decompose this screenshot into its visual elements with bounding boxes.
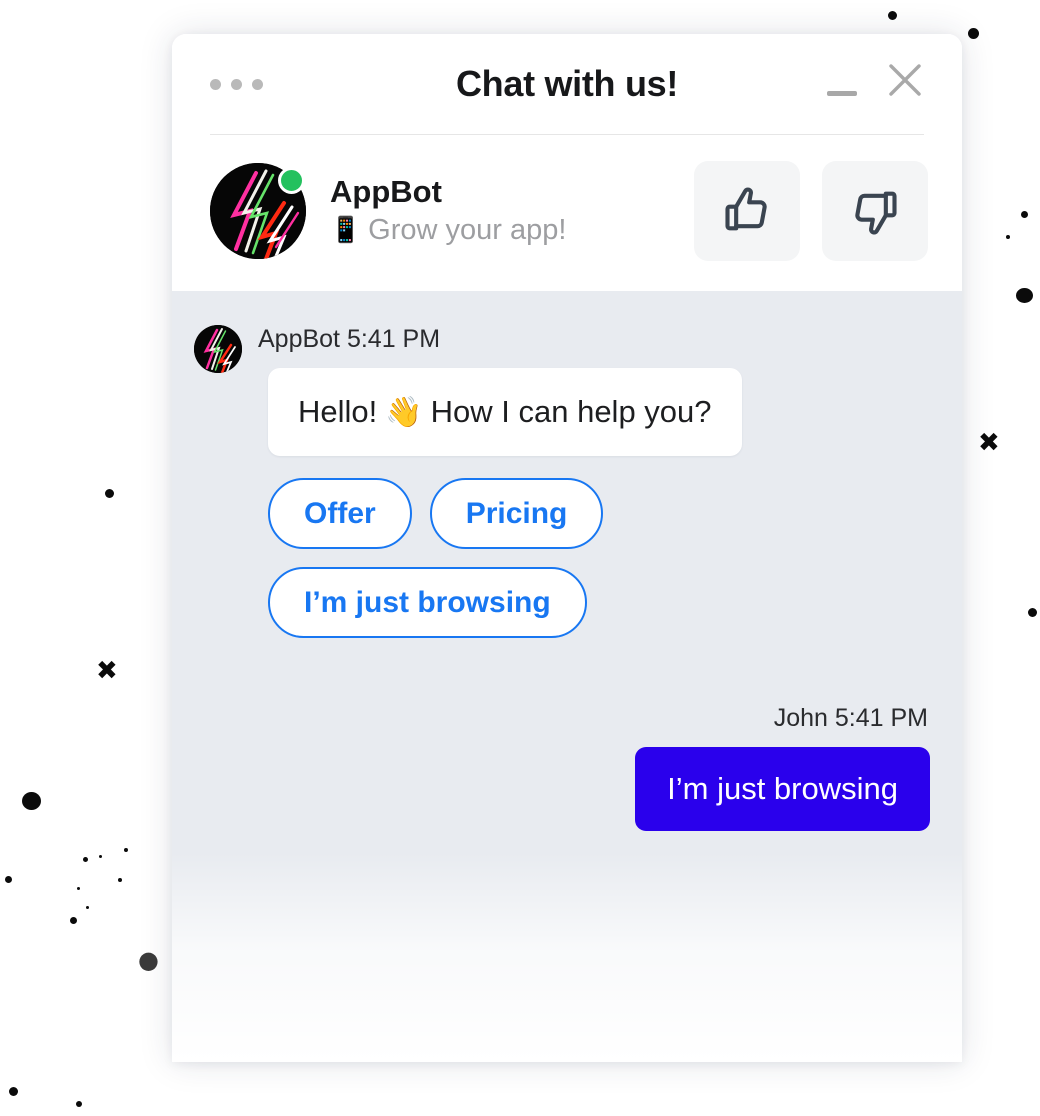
bot-tagline-text: Grow your app! xyxy=(368,213,567,246)
decor-dot xyxy=(5,876,12,883)
conversation-area: AppBot 5:41 PM Hello! 👋 How I can help y… xyxy=(172,291,962,1062)
decor-dot xyxy=(83,857,88,862)
minimize-icon[interactable] xyxy=(824,66,860,102)
decor-x-mark: ✖ xyxy=(96,656,118,686)
decor-x-mark: ✖ xyxy=(978,428,1000,458)
window-controls xyxy=(824,57,928,111)
user-message-meta: John 5:41 PM xyxy=(773,704,928,732)
bot-identity: AppBot 📱 Grow your app! xyxy=(330,174,566,247)
quick-reply-pricing[interactable]: Pricing xyxy=(429,478,604,549)
quick-reply-buttons: Offer Pricing I’m just browsing xyxy=(268,478,688,638)
decor-dot xyxy=(1006,235,1010,239)
bot-message: AppBot 5:41 PM Hello! 👋 How I can help y… xyxy=(194,319,930,638)
decor-dot xyxy=(1028,608,1037,617)
decor-dot xyxy=(124,848,128,852)
user-message-bubble: I’m just browsing xyxy=(635,747,930,831)
kebab-dot xyxy=(231,78,242,90)
thumbs-up-button[interactable] xyxy=(694,161,800,261)
bot-profile-row: AppBot 📱 Grow your app! xyxy=(172,135,962,291)
kebab-dot xyxy=(210,78,221,90)
bot-message-text-after: How I can help you? xyxy=(430,394,712,429)
bot-name: AppBot xyxy=(330,174,442,210)
quick-reply-offer[interactable]: Offer xyxy=(268,478,412,549)
bot-message-text-before: Hello! xyxy=(298,394,378,429)
online-status-indicator xyxy=(278,167,305,194)
close-icon[interactable] xyxy=(882,57,928,103)
decor-dot xyxy=(99,855,102,858)
bot-mini-avatar xyxy=(194,325,242,373)
bot-tagline: 📱 Grow your app! xyxy=(330,213,566,248)
decor-shield-icon: ● xyxy=(138,946,159,974)
decor-dot xyxy=(86,906,89,909)
widget-titlebar: Chat with us! xyxy=(172,34,962,134)
decor-dot xyxy=(105,489,114,498)
avatar xyxy=(210,163,306,259)
thumbs-down-button[interactable] xyxy=(822,161,928,261)
conversation-fade-overlay xyxy=(172,852,962,1062)
user-message: John 5:41 PM I’m just browsing xyxy=(194,704,930,831)
waving-hand-icon: 👋 xyxy=(385,394,423,430)
decor-dot xyxy=(968,28,979,39)
decor-dot xyxy=(1021,211,1028,218)
rating-buttons xyxy=(694,161,928,261)
chat-widget: Chat with us! AppBot 📱 Grow your app! Ap… xyxy=(172,34,962,1062)
decor-dot xyxy=(70,917,77,924)
mobile-phone-icon: 📱 xyxy=(330,215,362,245)
quick-reply-just-browsing[interactable]: I’m just browsing xyxy=(268,567,587,638)
decor-dot xyxy=(76,1101,82,1107)
decor-dot xyxy=(22,792,41,810)
decor-dot xyxy=(1016,288,1033,303)
bot-message-meta: AppBot 5:41 PM xyxy=(258,325,441,353)
kebab-menu-icon[interactable] xyxy=(210,78,330,90)
decor-dot xyxy=(77,887,80,890)
bot-message-bubble: Hello! 👋 How I can help you? xyxy=(268,368,742,456)
decor-dot xyxy=(9,1087,18,1096)
decor-dot xyxy=(888,11,897,20)
bot-message-column: AppBot 5:41 PM Hello! 👋 How I can help y… xyxy=(256,319,742,638)
decor-dot xyxy=(118,878,122,882)
kebab-dot xyxy=(252,78,263,90)
